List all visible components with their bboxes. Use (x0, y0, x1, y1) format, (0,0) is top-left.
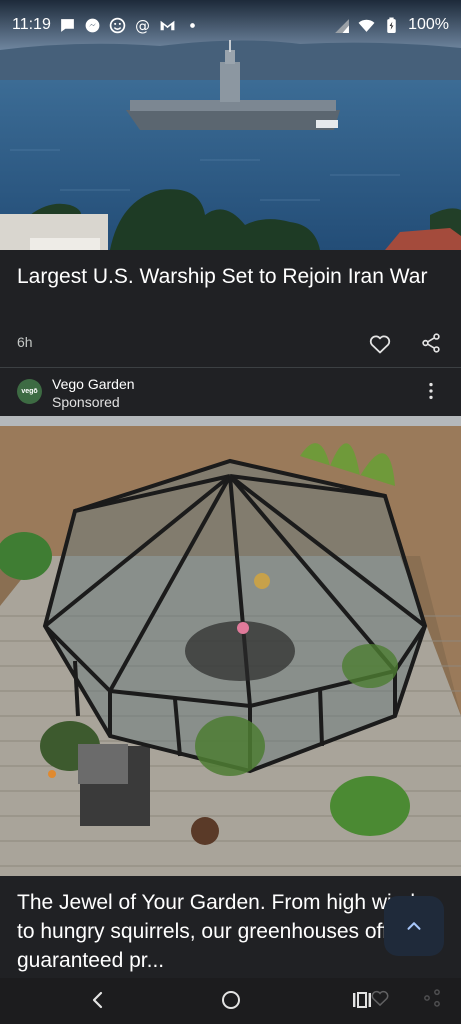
emoji-face-icon (109, 17, 126, 34)
faded-heart-icon (370, 988, 390, 1008)
status-bar: 11:19 @ 100% (0, 0, 461, 52)
chat-bubble-icon (59, 17, 76, 34)
battery-charging-icon (383, 17, 400, 34)
scroll-to-top-button[interactable] (384, 896, 444, 956)
back-chevron-icon (92, 991, 103, 1009)
wifi-icon (358, 17, 375, 34)
dot-icon (184, 17, 201, 34)
system-navigation-bar (0, 978, 461, 1024)
more-vert-icon (429, 382, 433, 400)
chevron-up-icon (407, 922, 421, 930)
ad-image[interactable] (0, 416, 461, 876)
battery-percent: 100% (408, 16, 449, 33)
ad-description[interactable]: The Jewel of Your Garden. From high wind… (17, 888, 447, 978)
share-icon (422, 333, 440, 353)
article-title[interactable]: Largest U.S. Warship Set to Rejoin Iran … (17, 263, 447, 291)
messenger-icon (84, 17, 101, 34)
article-age: 6h (17, 334, 33, 350)
more-options-button[interactable] (420, 380, 442, 402)
heart-icon (369, 335, 391, 354)
status-right: 100% (333, 16, 449, 34)
sponsor-logo[interactable]: vegō (17, 379, 42, 404)
like-button[interactable] (368, 332, 392, 356)
home-circle-icon (222, 991, 240, 1009)
signal-icon (333, 17, 350, 34)
threads-icon: @ (134, 17, 151, 34)
svg-text:@: @ (135, 17, 150, 34)
gmail-icon (159, 17, 176, 34)
home-button[interactable] (219, 988, 243, 1012)
status-time: 11:19 (12, 16, 51, 33)
faded-share-icon (422, 988, 442, 1008)
article-card[interactable]: Largest U.S. Warship Set to Rejoin Iran … (0, 250, 461, 368)
sponsor-name[interactable]: Vego Garden (52, 376, 135, 392)
status-left: 11:19 @ (12, 16, 201, 34)
sponsored-label: Sponsored (52, 394, 120, 410)
share-button[interactable] (420, 332, 442, 354)
sponsored-header[interactable]: vegō Vego Garden Sponsored (0, 368, 461, 416)
back-button[interactable] (86, 988, 110, 1012)
greenhouse-photo (0, 416, 461, 876)
